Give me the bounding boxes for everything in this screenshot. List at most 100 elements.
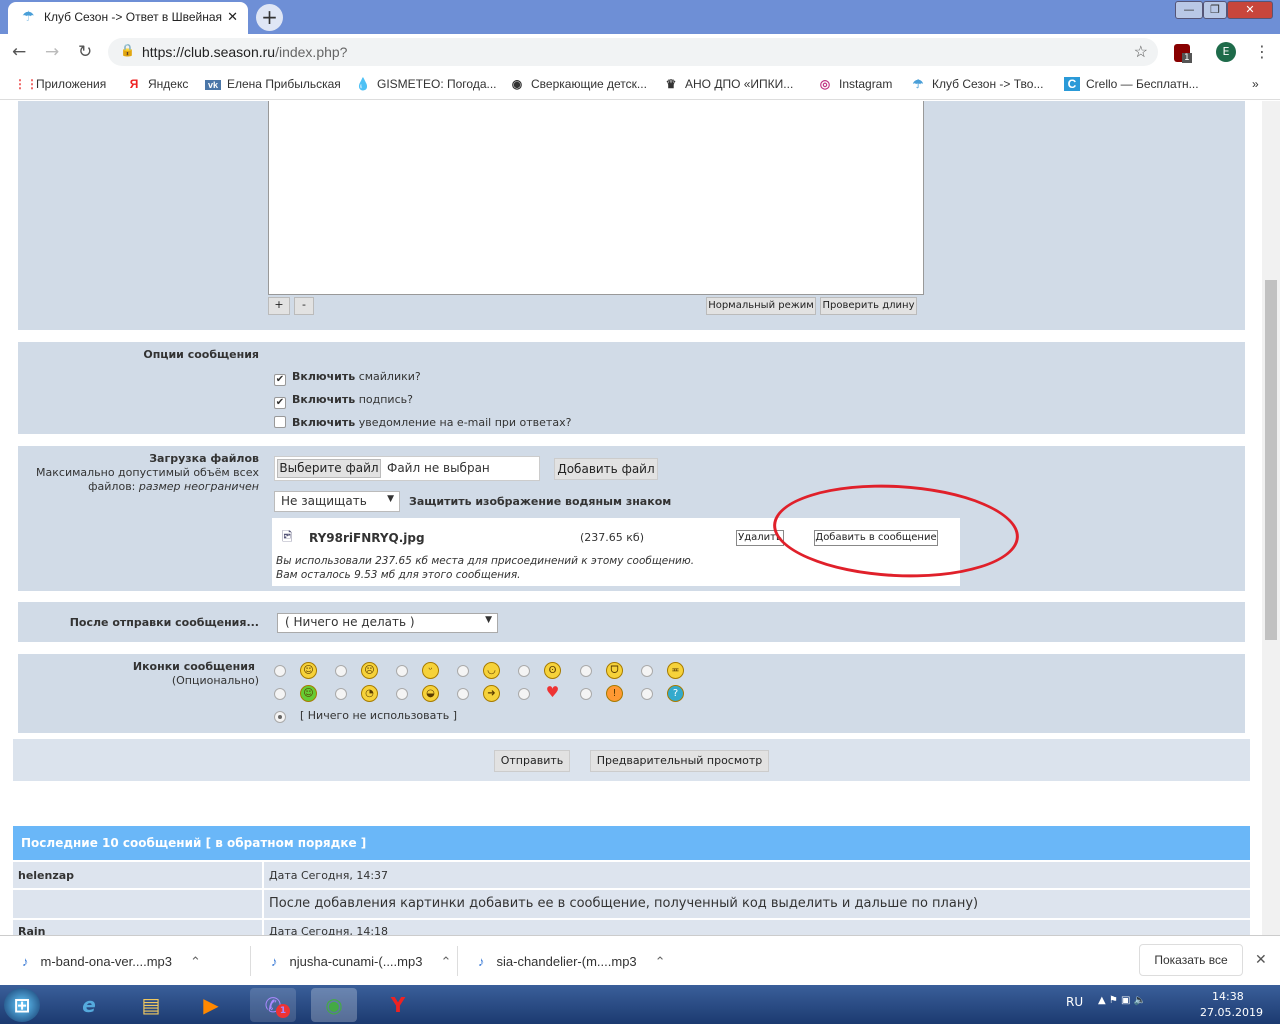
message-icon[interactable]: ! — [606, 685, 623, 702]
after-submit-label: После отправки сообщения... — [69, 616, 259, 629]
bookmark-vk[interactable]: vk Елена Прибыльская — [205, 77, 341, 91]
menu-icon[interactable]: ⋮ — [1254, 42, 1270, 61]
message-icon[interactable]: ☺ — [300, 685, 317, 702]
globe-icon: ◉ — [511, 77, 523, 91]
message-icon[interactable]: ᗜ — [606, 662, 623, 679]
message-icon[interactable]: ☺ — [300, 662, 317, 679]
message-icon[interactable]: ➜ — [483, 685, 500, 702]
download-item[interactable]: ♪ m-band-ona-ver....mp3 ⌃ — [22, 954, 201, 970]
bookmark-instagram[interactable]: ◎ Instagram — [817, 77, 893, 91]
post-author[interactable]: Rain — [18, 925, 46, 935]
viber-icon[interactable]: ✆ 1 — [250, 988, 296, 1022]
restore-button[interactable]: ❐ — [1203, 1, 1227, 19]
message-icon[interactable]: ≖ — [667, 662, 684, 679]
clock-time[interactable]: 14:38 — [1212, 990, 1244, 1003]
enlarge-button[interactable]: + — [268, 297, 290, 315]
bookmark-yandex[interactable]: Я Яндекс — [126, 77, 189, 91]
shrink-button[interactable]: - — [294, 297, 314, 315]
message-icon[interactable]: ʘ — [544, 662, 561, 679]
icon-radio[interactable] — [518, 688, 530, 700]
chrome-icon[interactable]: ◉ — [311, 988, 357, 1022]
scrollbar-thumb[interactable] — [1265, 280, 1277, 640]
normal-mode-button[interactable]: Нормальный режим — [706, 297, 816, 315]
chevron-up-icon: ⌃ — [440, 954, 452, 969]
checkbox[interactable] — [274, 416, 286, 428]
bookmarks-more[interactable]: » — [1252, 77, 1259, 91]
file-input[interactable]: Выберите файл Файл не выбран — [274, 456, 540, 481]
start-button[interactable]: ⊞ — [4, 988, 40, 1022]
icon-radio[interactable] — [274, 665, 286, 677]
new-tab-button[interactable]: + — [256, 4, 283, 31]
check-length-button[interactable]: Проверить длину — [820, 297, 917, 315]
tray-icons[interactable]: ▲ ⚑ ▣ 🔈 — [1098, 995, 1146, 1006]
icon-radio[interactable] — [396, 665, 408, 677]
bookmark-ano[interactable]: ♛ АНО ДПО «ИПКИ... — [663, 77, 794, 91]
attachment-name: RY98riFNRYQ.jpg — [309, 531, 425, 545]
icon-radio[interactable] — [580, 665, 592, 677]
upload-note: Максимально допустимый объём всех — [36, 466, 259, 479]
choose-file-button[interactable]: Выберите файл — [277, 459, 381, 478]
icon-radio[interactable] — [641, 688, 653, 700]
lock-icon: 🔒 — [120, 43, 135, 57]
message-icon[interactable]: ? — [667, 685, 684, 702]
icon-radio-none[interactable] — [274, 711, 286, 723]
emblem-icon: ♛ — [665, 77, 677, 91]
bookmark-sparkle[interactable]: ◉ Сверкающие детск... — [509, 77, 647, 91]
option-signature[interactable]: ✔ Включить подпись? — [274, 388, 571, 411]
minimize-button[interactable]: — — [1175, 1, 1203, 19]
ie-icon[interactable]: e — [66, 988, 112, 1022]
icon-radio[interactable] — [274, 688, 286, 700]
message-icon[interactable]: ◡ — [483, 662, 500, 679]
bookmark-club[interactable]: ☂ Клуб Сезон -> Тво... — [910, 77, 1044, 91]
option-email-notify[interactable]: Включить уведомление на e-mail при ответ… — [274, 411, 571, 434]
viber-badge: 1 — [276, 1004, 290, 1018]
back-icon[interactable]: ← — [12, 42, 26, 62]
checkbox[interactable]: ✔ — [274, 374, 286, 386]
tab-active[interactable]: ☂ Клуб Сезон -> Ответ в Швейная ✕ — [8, 2, 248, 34]
post-author[interactable]: helenzap — [18, 869, 74, 882]
close-downloads-icon[interactable]: ✕ — [1255, 951, 1267, 968]
message-textarea[interactable] — [268, 101, 924, 295]
message-icon[interactable]: ◒ — [422, 685, 439, 702]
explorer-icon[interactable]: ▤ — [128, 988, 174, 1022]
forward-icon[interactable]: → — [45, 42, 59, 62]
icon-radio[interactable] — [457, 665, 469, 677]
clock-date[interactable]: 27.05.2019 — [1200, 1006, 1263, 1019]
bookmark-apps[interactable]: ⋮⋮Приложения — [14, 77, 106, 91]
icon-radio[interactable] — [335, 665, 347, 677]
after-submit-select[interactable]: ( Ничего не делать ) ▼ — [277, 613, 498, 633]
ublock-icon[interactable]: 1 — [1174, 44, 1192, 63]
icon-radio[interactable] — [580, 688, 592, 700]
icon-radio[interactable] — [457, 688, 469, 700]
star-icon[interactable]: ☆ — [1134, 42, 1148, 62]
submit-button[interactable]: Отправить — [494, 750, 570, 772]
message-icon[interactable]: ◔ — [361, 685, 378, 702]
message-icon[interactable]: ☹ — [361, 662, 378, 679]
no-file-text: Файл не выбран — [387, 461, 490, 475]
yandex-browser-icon[interactable]: Y — [375, 988, 421, 1022]
icon-radio[interactable] — [335, 688, 347, 700]
close-tab-icon[interactable]: ✕ — [227, 9, 238, 25]
watermark-label: Защитить изображение водяным знаком — [409, 495, 672, 508]
icon-radio[interactable] — [396, 688, 408, 700]
message-icon[interactable]: ♥ — [544, 685, 561, 702]
download-item[interactable]: ♪ njusha-cunami-(....mp3 ⌃ — [250, 946, 451, 976]
icon-radio[interactable] — [518, 665, 530, 677]
icon-radio[interactable] — [641, 665, 653, 677]
address-bar[interactable]: 🔒 https://club.season.ru/index.php? ☆ — [108, 38, 1158, 66]
bookmark-crello[interactable]: C Crello — Бесплатн... — [1064, 77, 1199, 91]
watermark-select[interactable]: Не защищать ▼ — [274, 491, 400, 512]
show-all-downloads-button[interactable]: Показать все — [1139, 944, 1243, 976]
language-indicator[interactable]: RU — [1066, 995, 1083, 1009]
close-window-button[interactable]: ✕ — [1227, 1, 1273, 19]
message-icon[interactable]: ᵕ — [422, 662, 439, 679]
bookmark-gismeteo[interactable]: 💧 GISMETEO: Погода... — [355, 77, 497, 91]
option-smilies[interactable]: ✔ Включить смайлики? — [274, 365, 571, 388]
media-player-icon[interactable]: ▶ — [188, 988, 234, 1022]
reload-icon[interactable]: ↻ — [78, 42, 92, 62]
checkbox[interactable]: ✔ — [274, 397, 286, 409]
profile-avatar[interactable]: E — [1216, 42, 1236, 62]
add-file-button[interactable]: Добавить файл — [554, 458, 658, 480]
preview-button[interactable]: Предварительный просмотр — [590, 750, 769, 772]
download-item[interactable]: ♪ sia-chandelier-(m....mp3 ⌃ — [457, 946, 666, 976]
